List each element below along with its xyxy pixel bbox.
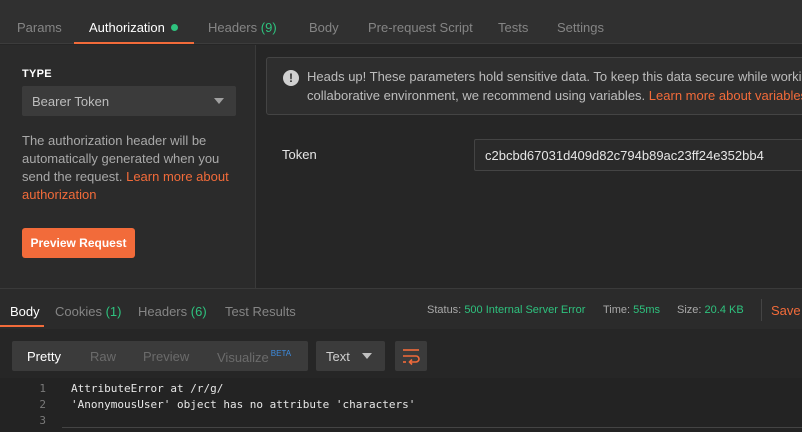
response-tab-test-results[interactable]: Test Results bbox=[225, 304, 296, 319]
active-tab-underline bbox=[74, 42, 194, 44]
tab-params[interactable]: Params bbox=[17, 0, 62, 44]
divider bbox=[761, 299, 762, 321]
active-line-highlight bbox=[62, 427, 802, 428]
format-dropdown[interactable]: Text bbox=[316, 341, 385, 371]
token-value: c2bcbd67031d409d82c794b89ac23ff24e352bb4 bbox=[485, 148, 764, 163]
tab-body[interactable]: Body bbox=[309, 0, 339, 44]
view-visualize[interactable]: Visualize BETA bbox=[217, 349, 291, 365]
size-value[interactable]: 20.4 KB bbox=[705, 304, 744, 316]
beta-badge: BETA bbox=[270, 349, 292, 358]
code-line: 'AnonymousUser' object has no attribute … bbox=[71, 398, 416, 411]
chevron-down-icon bbox=[362, 353, 372, 359]
status-value[interactable]: 500 Internal Server Error bbox=[464, 304, 585, 316]
auth-description: The authorization header will be automat… bbox=[22, 133, 229, 202]
view-pretty[interactable]: Pretty bbox=[27, 349, 61, 364]
active-indicator-dot bbox=[170, 24, 178, 31]
wrap-lines-icon bbox=[403, 349, 420, 366]
active-tab-underline bbox=[0, 325, 44, 327]
line-number: 2 bbox=[39, 398, 46, 411]
tab-pre-request-script[interactable]: Pre-request Script bbox=[368, 0, 473, 44]
tab-authorization[interactable]: Authorization bbox=[89, 0, 178, 44]
wrap-lines-button[interactable] bbox=[395, 341, 427, 371]
type-label: TYPE bbox=[22, 68, 52, 80]
save-response-button[interactable]: Save bbox=[771, 303, 801, 318]
size-readout: Size: 20.4 KB bbox=[677, 304, 744, 316]
tab-tests[interactable]: Tests bbox=[498, 0, 528, 44]
view-mode-toggle: Pretty Raw Preview Visualize BETA bbox=[12, 341, 308, 371]
view-preview[interactable]: Preview bbox=[143, 349, 189, 364]
exclamation-icon: ! bbox=[283, 70, 299, 86]
response-tab-cookies[interactable]: Cookies (1) bbox=[55, 304, 121, 319]
preview-request-button[interactable]: Preview Request bbox=[22, 228, 135, 258]
token-label: Token bbox=[282, 147, 317, 162]
tab-settings[interactable]: Settings bbox=[557, 0, 604, 44]
auth-type-value: Bearer Token bbox=[32, 94, 110, 109]
line-number: 3 bbox=[39, 414, 46, 427]
response-tab-body[interactable]: Body bbox=[10, 304, 40, 319]
view-raw[interactable]: Raw bbox=[90, 349, 116, 364]
format-value: Text bbox=[326, 349, 350, 364]
line-number: 1 bbox=[39, 382, 46, 395]
sensitive-data-alert: ! Heads up! These parameters hold sensit… bbox=[266, 57, 802, 115]
code-line: AttributeError at /r/g/ bbox=[71, 382, 224, 395]
time-readout: Time: 55ms bbox=[603, 304, 661, 316]
status-readout: Status: 500 Internal Server Error bbox=[427, 304, 586, 316]
alert-text: Heads up! These parameters hold sensitiv… bbox=[307, 67, 802, 105]
response-body-editor[interactable]: 1 AttributeError at /r/g/ 2 'AnonymousUs… bbox=[0, 378, 802, 432]
chevron-down-icon bbox=[214, 98, 224, 104]
learn-more-variables-link[interactable]: Learn more about variables bbox=[649, 88, 802, 103]
tab-headers[interactable]: Headers (9) bbox=[208, 0, 277, 44]
time-value[interactable]: 55ms bbox=[633, 304, 660, 316]
auth-type-dropdown[interactable]: Bearer Token bbox=[22, 86, 236, 116]
request-tabs-bar: Params Authorization Headers (9) Body Pr… bbox=[0, 0, 802, 44]
token-input[interactable]: c2bcbd67031d409d82c794b89ac23ff24e352bb4 bbox=[474, 139, 802, 171]
response-tab-headers[interactable]: Headers (6) bbox=[138, 304, 207, 319]
